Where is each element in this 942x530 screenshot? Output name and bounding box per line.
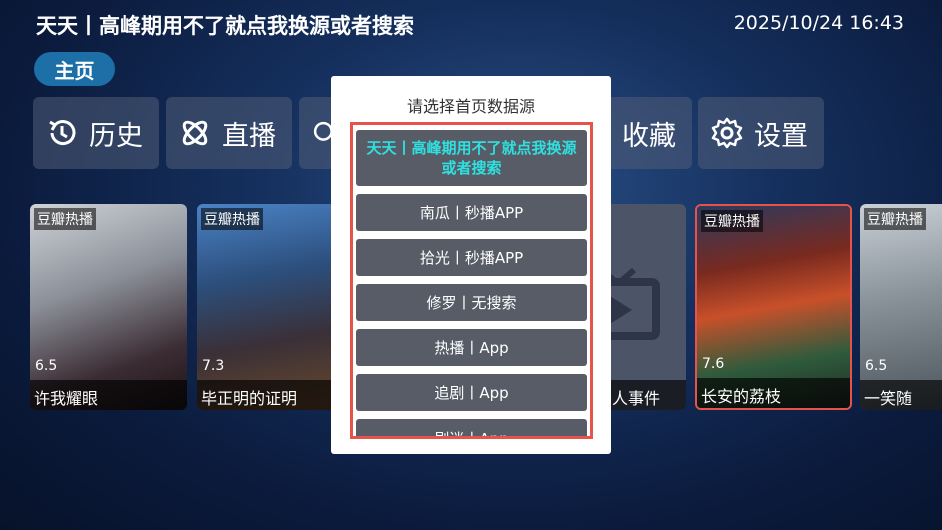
gear-icon [711,117,743,149]
app-title: 天天丨高峰期用不了就点我换源或者搜索 [36,14,414,38]
live-icon [182,120,208,146]
card-title: 一笑随 [860,380,942,410]
live-label: 直播 [222,120,276,152]
live-button[interactable]: 直播 [166,97,292,169]
card-badge: 豆瓣热播 [34,208,96,230]
history-button[interactable]: 历史 [33,97,159,169]
dialog-title: 请选择首页数据源 [406,97,535,116]
source-option[interactable]: 修罗丨无搜索 [356,284,587,321]
settings-button[interactable]: 设置 [698,97,824,169]
source-option[interactable]: 剧迷丨App [356,419,587,436]
source-option[interactable]: 热播丨App [356,329,587,366]
clock: 2025/10/24 16:43 [733,12,904,34]
card-badge: 豆瓣热播 [201,208,263,230]
favorites-label: 收藏 [622,120,676,152]
settings-label: 设置 [754,120,808,152]
source-option[interactable]: 南瓜丨秒播APP [356,194,587,231]
video-card[interactable]: 豆瓣热播 6.5 许我耀眼 [30,204,187,410]
card-score: 6.5 [35,358,58,374]
card-score: 6.5 [865,358,888,374]
source-option-selected[interactable]: 天天丨高峰期用不了就点我换源或者搜索 [356,130,587,186]
tab-home[interactable]: 主页 [34,52,115,86]
source-list[interactable]: 天天丨高峰期用不了就点我换源或者搜索 南瓜丨秒播APP 拾光丨秒播APP 修罗丨… [350,122,593,439]
source-option[interactable]: 追剧丨App [356,374,587,411]
history-icon [49,120,76,146]
card-title: 长安的荔枝 [697,378,850,408]
card-badge: 豆瓣热播 [864,208,926,230]
card-title: 许我耀眼 [30,380,187,410]
video-card[interactable]: 豆瓣热播 7.6 长安的荔枝 [695,204,852,410]
history-label: 历史 [89,120,143,152]
card-score: 7.3 [202,358,225,374]
card-badge: 豆瓣热播 [701,210,763,232]
video-card[interactable]: 豆瓣热播 6.5 一笑随 [860,204,942,410]
card-score: 7.6 [702,356,725,372]
source-dialog: 请选择首页数据源 天天丨高峰期用不了就点我换源或者搜索 南瓜丨秒播APP 拾光丨… [331,76,611,454]
favorites-button[interactable]: 收藏 [604,97,692,169]
source-option[interactable]: 拾光丨秒播APP [356,239,587,276]
